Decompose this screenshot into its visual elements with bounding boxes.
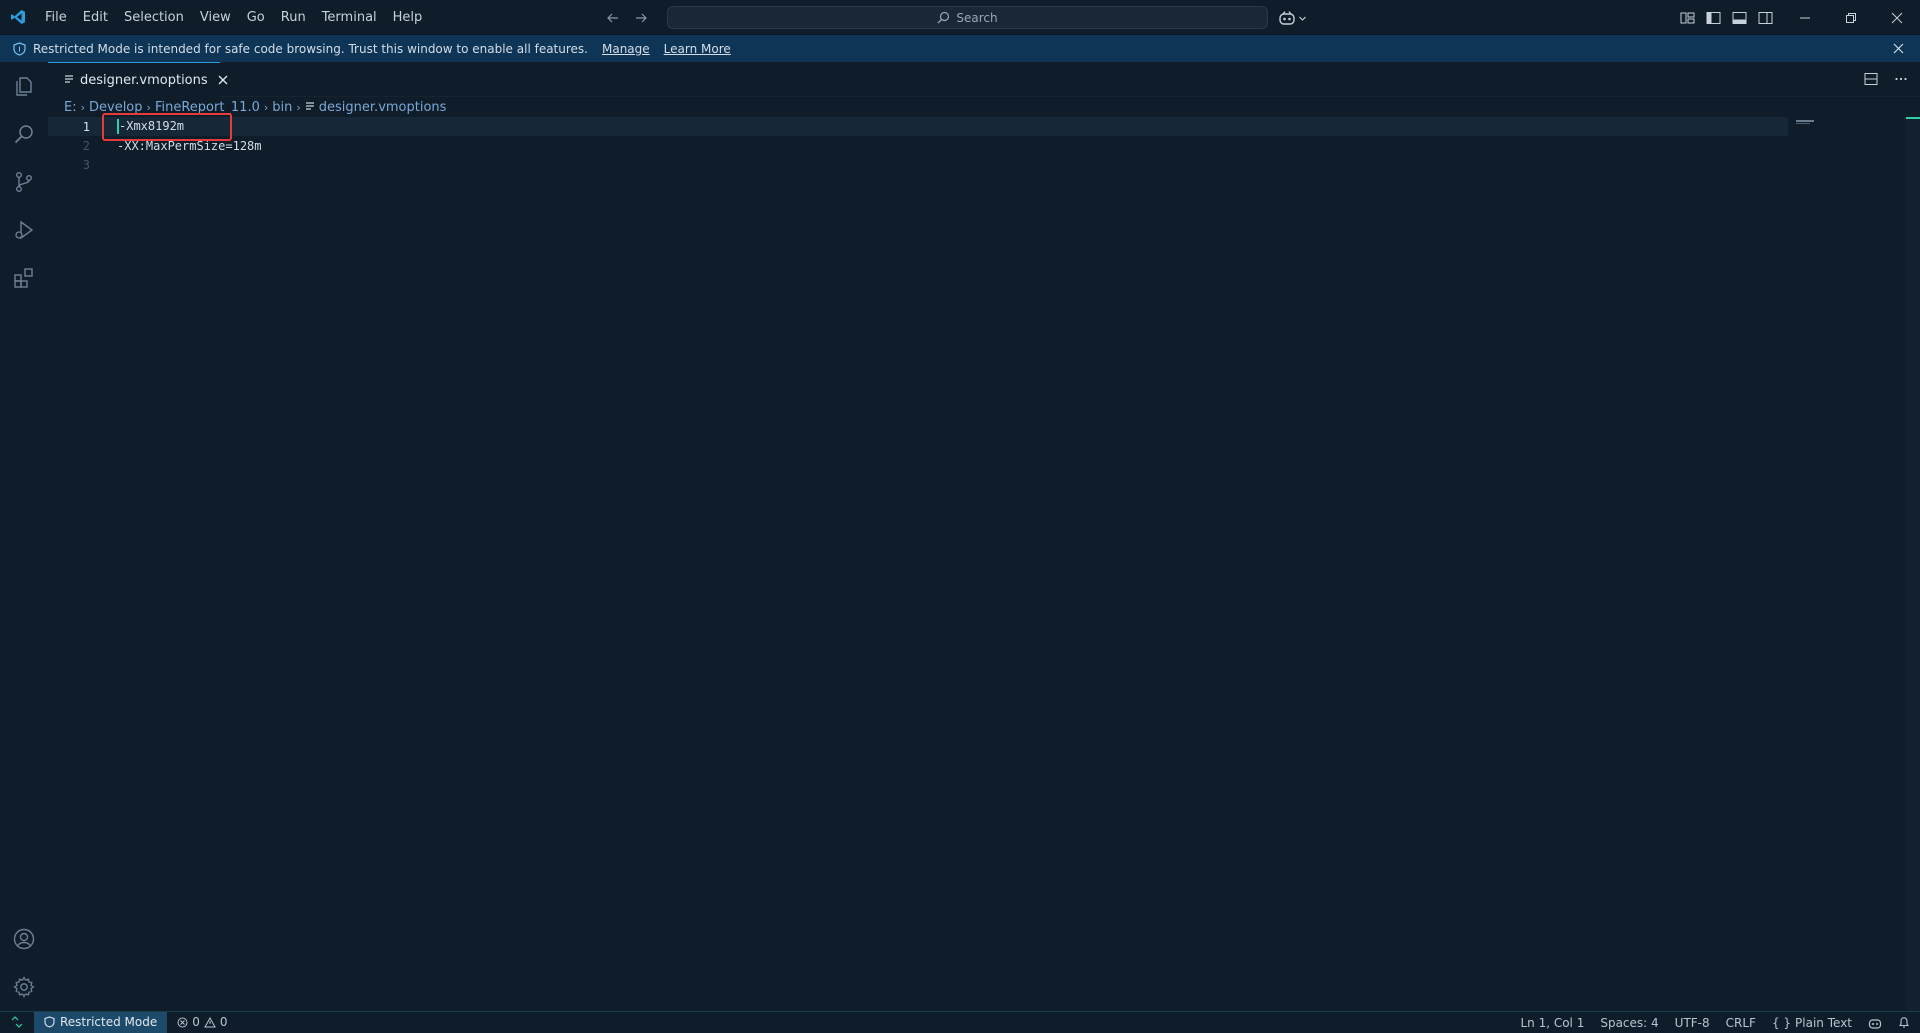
chevron-right-icon: › bbox=[263, 100, 269, 114]
minimize-icon[interactable] bbox=[1782, 0, 1828, 35]
file-lines-icon bbox=[64, 74, 74, 87]
eol-status[interactable]: CRLF bbox=[1726, 1016, 1756, 1030]
menu-selection[interactable]: Selection bbox=[116, 0, 192, 35]
window-controls bbox=[1782, 0, 1920, 35]
restricted-mode-status[interactable]: Restricted Mode bbox=[34, 1011, 168, 1033]
indentation-status[interactable]: Spaces: 4 bbox=[1600, 1016, 1658, 1030]
breadcrumb-bin[interactable]: bin bbox=[272, 100, 292, 115]
customize-layout-icon[interactable] bbox=[1678, 9, 1696, 27]
code-line-3[interactable]: 3 bbox=[48, 155, 1788, 174]
breadcrumb-finereport[interactable]: FineReport_11.0 bbox=[155, 100, 260, 115]
problems-status[interactable]: 0 0 bbox=[177, 1015, 228, 1029]
breadcrumb-develop[interactable]: Develop bbox=[89, 100, 143, 115]
editor-actions bbox=[1862, 70, 1910, 88]
encoding-status[interactable]: UTF-8 bbox=[1675, 1016, 1710, 1030]
search-icon bbox=[937, 11, 950, 24]
copilot-icon bbox=[1279, 11, 1295, 25]
code-editor[interactable]: 1 -Xmx8192m 2 -XX:MaxPermSize=128m 3 bbox=[48, 117, 1920, 1011]
chevron-right-icon: › bbox=[80, 100, 85, 114]
error-count: 0 bbox=[192, 1015, 200, 1029]
extensions-icon[interactable] bbox=[0, 254, 48, 302]
explorer-icon[interactable] bbox=[0, 62, 48, 110]
chevron-right-icon: › bbox=[146, 100, 151, 114]
command-center-search[interactable]: Search bbox=[667, 6, 1268, 29]
learn-more-link[interactable]: Learn More bbox=[664, 42, 731, 56]
chevron-down-icon bbox=[1299, 16, 1306, 21]
file-lines-icon bbox=[305, 101, 315, 114]
vertical-scrollbar[interactable] bbox=[1906, 119, 1920, 1011]
menu-terminal[interactable]: Terminal bbox=[314, 0, 385, 35]
close-window-icon[interactable] bbox=[1874, 0, 1920, 35]
breadcrumb-file[interactable]: designer.vmoptions bbox=[319, 100, 447, 115]
minimap-line bbox=[1796, 123, 1810, 124]
toggle-panel-icon[interactable] bbox=[1730, 9, 1748, 27]
status-bar: Restricted Mode 0 0 Ln 1, Col 1 Spaces: … bbox=[0, 1011, 1920, 1033]
notifications-bell-icon[interactable] bbox=[1898, 1016, 1910, 1029]
minimap[interactable] bbox=[1796, 120, 1814, 122]
menu-view[interactable]: View bbox=[192, 0, 239, 35]
menu-edit[interactable]: Edit bbox=[75, 0, 116, 35]
layout-controls bbox=[1678, 0, 1774, 35]
shield-icon bbox=[11, 41, 27, 57]
chevron-right-icon: › bbox=[296, 100, 301, 114]
breadcrumb-drive[interactable]: E: bbox=[64, 100, 77, 115]
restricted-mode-banner: Restricted Mode is intended for safe cod… bbox=[0, 35, 1920, 62]
accounts-icon[interactable] bbox=[0, 915, 48, 963]
split-editor-icon[interactable] bbox=[1862, 70, 1880, 88]
code-line-1[interactable]: 1 -Xmx8192m bbox=[48, 117, 1788, 136]
source-control-icon[interactable] bbox=[0, 158, 48, 206]
menu-file[interactable]: File bbox=[37, 0, 75, 35]
breadcrumb: E: › Develop › FineReport_11.0 › bin › d… bbox=[64, 98, 446, 116]
remote-icon[interactable] bbox=[0, 1011, 34, 1033]
toggle-primary-sidebar-icon[interactable] bbox=[1704, 9, 1722, 27]
tab-designer-vmoptions[interactable]: designer.vmoptions bbox=[48, 62, 228, 97]
close-icon[interactable] bbox=[1890, 40, 1906, 56]
code-line-2[interactable]: 2 -XX:MaxPermSize=128m bbox=[48, 136, 1788, 155]
shield-icon bbox=[44, 1016, 55, 1028]
line-number: 1 bbox=[82, 119, 90, 134]
copilot-button[interactable] bbox=[1278, 8, 1307, 28]
title-bar: File Edit Selection View Go Run Terminal… bbox=[0, 0, 1920, 35]
run-debug-icon[interactable] bbox=[0, 206, 48, 254]
back-arrow-icon[interactable] bbox=[604, 9, 622, 27]
braces-icon: { } bbox=[1771, 1015, 1792, 1030]
copilot-status-icon[interactable] bbox=[1868, 1017, 1882, 1029]
restore-icon[interactable] bbox=[1828, 0, 1874, 35]
warning-icon bbox=[204, 1016, 216, 1027]
tab-label: designer.vmoptions bbox=[80, 72, 208, 88]
line-text: -Xmx8192m bbox=[117, 119, 185, 134]
line-number: 3 bbox=[82, 157, 90, 172]
language-mode-status[interactable]: { } Plain Text bbox=[1772, 1016, 1852, 1030]
menu-run[interactable]: Run bbox=[273, 0, 314, 35]
status-right-items: Ln 1, Col 1 Spaces: 4 UTF-8 CRLF { } Pla… bbox=[1520, 1012, 1910, 1033]
cursor-position-status[interactable]: Ln 1, Col 1 bbox=[1520, 1016, 1584, 1030]
navigation-arrows bbox=[604, 0, 650, 35]
settings-gear-icon[interactable] bbox=[0, 963, 48, 1011]
manage-link[interactable]: Manage bbox=[602, 42, 650, 56]
toggle-secondary-sidebar-icon[interactable] bbox=[1756, 9, 1774, 27]
restricted-mode-label: Restricted Mode bbox=[60, 1015, 158, 1029]
line-text: -XX:MaxPermSize=128m bbox=[117, 138, 262, 153]
menu-go[interactable]: Go bbox=[239, 0, 273, 35]
menu-help[interactable]: Help bbox=[385, 0, 431, 35]
line-number: 2 bbox=[82, 138, 90, 153]
close-tab-icon[interactable] bbox=[218, 72, 228, 88]
cursor-position-indicator bbox=[1906, 117, 1920, 119]
menu-bar: File Edit Selection View Go Run Terminal… bbox=[37, 0, 430, 35]
search-sidebar-icon[interactable] bbox=[0, 110, 48, 158]
command-center-label: Search bbox=[956, 10, 998, 25]
banner-text: Restricted Mode is intended for safe cod… bbox=[33, 41, 588, 56]
activity-bar bbox=[0, 62, 48, 1011]
warning-count: 0 bbox=[219, 1015, 228, 1029]
vscode-logo-icon bbox=[0, 0, 35, 35]
more-actions-icon[interactable] bbox=[1892, 70, 1910, 88]
language-label: Plain Text bbox=[1795, 1015, 1852, 1030]
editor-tabs: designer.vmoptions bbox=[48, 62, 1920, 97]
forward-arrow-icon[interactable] bbox=[632, 9, 650, 27]
error-icon bbox=[177, 1017, 188, 1027]
